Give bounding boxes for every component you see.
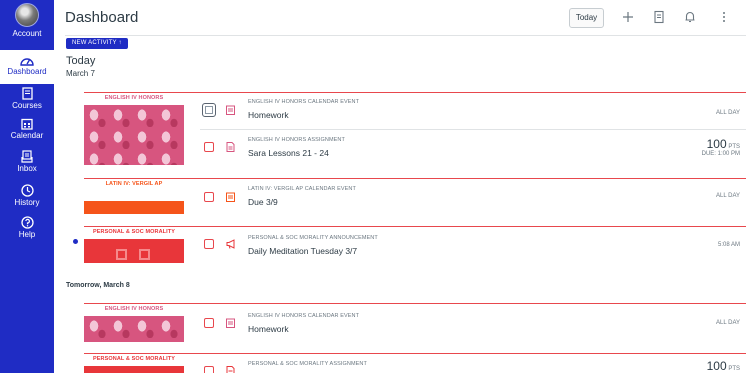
today-button[interactable]: Today (569, 8, 604, 28)
nav-calendar[interactable]: Calendar (0, 118, 54, 140)
item-title[interactable]: Sara Lessons 21 - 24 (248, 148, 329, 158)
nav-inbox-label: Inbox (17, 164, 37, 173)
item-title[interactable]: Due 3/9 (248, 197, 278, 207)
nav-account[interactable]: Account (0, 3, 54, 38)
add-icon[interactable] (620, 9, 636, 25)
item-time: ALL DAY (715, 193, 740, 199)
item-title[interactable]: Daily Meditation Tuesday 3/7 (248, 246, 357, 256)
nav-dashboard[interactable]: Dashboard (0, 50, 54, 84)
day-heading: Tomorrow, March 8 (66, 282, 130, 289)
nav-courses-label: Courses (12, 101, 42, 110)
course-group: LATIN IV: VERGIL AP LATIN IV: VERGIL AP … (84, 178, 746, 214)
item-type: ENGLISH IV HONORS CALENDAR EVENT (248, 313, 360, 319)
points-unit: PTS (728, 366, 740, 372)
item-points: 100 PTS DUE: 1:00 PM (702, 137, 740, 157)
global-navigation: Account Dashboard Courses Calendar Inbox (0, 0, 54, 373)
complete-checkbox[interactable] (204, 192, 214, 202)
course-name: ENGLISH IV HONORS (104, 95, 164, 101)
planner-item[interactable]: ENGLISH IV HONORS CALENDAR EVENT Homewor… (200, 304, 746, 342)
help-icon (20, 216, 34, 229)
course-image (84, 316, 184, 342)
assignment-icon (226, 366, 235, 373)
decorative-cross (116, 249, 127, 260)
unread-indicator (73, 239, 78, 244)
item-title[interactable]: Homework (248, 110, 289, 120)
course-name: PERSONAL & SOC MORALITY (93, 229, 175, 235)
item-type: ENGLISH IV HONORS ASSIGNMENT (248, 137, 345, 143)
course-name: PERSONAL & SOC MORALITY (93, 356, 175, 362)
item-type: PERSONAL & SOC MORALITY ASSIGNMENT (248, 361, 367, 367)
courses-icon (21, 87, 33, 100)
bell-icon[interactable] (682, 9, 698, 25)
complete-checkbox[interactable] (204, 239, 214, 249)
nav-history-label: History (14, 198, 40, 207)
due-time: DUE: 1:00 PM (701, 151, 740, 157)
nav-dashboard-label: Dashboard (7, 67, 47, 76)
item-time: ALL DAY (715, 110, 740, 116)
avatar (15, 3, 39, 27)
course-image (84, 366, 184, 373)
nav-inbox[interactable]: Inbox (0, 150, 54, 173)
inbox-icon (21, 150, 33, 163)
dashboard-icon (20, 58, 34, 66)
item-time: 5:08 AM (717, 242, 740, 248)
calendar-icon (21, 118, 33, 130)
clock-icon (20, 184, 34, 197)
course-image (84, 239, 184, 263)
complete-checkbox[interactable] (204, 318, 214, 328)
nav-calendar-label: Calendar (10, 131, 44, 140)
calendar-icon (226, 318, 235, 328)
grades-icon[interactable] (651, 9, 667, 25)
day-heading: Today (66, 55, 96, 67)
calendar-icon (226, 105, 235, 115)
planner-item[interactable]: PERSONAL & SOC MORALITY ASSIGNMENT 100 P… (200, 354, 746, 373)
item-type: ENGLISH IV HONORS CALENDAR EVENT (248, 99, 360, 105)
new-activity-button[interactable]: NEW ACTIVITY ↑ (66, 38, 128, 49)
nav-courses[interactable]: Courses (0, 87, 54, 110)
item-points: 100 PTS (707, 359, 740, 373)
course-group: ENGLISH IV HONORS ENGLISH IV HONORS CALE… (84, 303, 746, 342)
course-name: LATIN IV: VERGIL AP (105, 181, 163, 187)
complete-checkbox[interactable] (204, 142, 214, 152)
page-title: Dashboard (65, 9, 139, 26)
item-time: ALL DAY (715, 320, 740, 326)
item-type: LATIN IV: VERGIL AP CALENDAR EVENT (248, 186, 356, 192)
item-type: PERSONAL & SOC MORALITY ANNOUNCEMENT (248, 235, 378, 241)
nav-help[interactable]: Help (0, 216, 54, 239)
assignment-icon (226, 142, 235, 152)
planner-item[interactable]: ENGLISH IV HONORS ASSIGNMENT Sara Lesson… (200, 130, 746, 165)
course-name: ENGLISH IV HONORS (104, 306, 164, 312)
nav-history[interactable]: History (0, 184, 54, 207)
decorative-cross (139, 249, 150, 260)
header-divider (65, 35, 746, 36)
course-group: ENGLISH IV HONORS ENGLISH IV HONORS CALE… (84, 92, 746, 165)
planner-item[interactable]: LATIN IV: VERGIL AP CALENDAR EVENT Due 3… (200, 179, 746, 214)
course-image (84, 201, 184, 214)
planner-item[interactable]: ENGLISH IV HONORS CALENDAR EVENT Homewor… (200, 93, 746, 129)
planner-item[interactable]: PERSONAL & SOC MORALITY ANNOUNCEMENT Dai… (200, 227, 746, 263)
nav-account-label: Account (12, 29, 42, 38)
nav-help-label: Help (18, 230, 36, 239)
item-title[interactable]: Homework (248, 324, 289, 334)
day-date: March 7 (66, 69, 95, 78)
course-image (84, 105, 184, 165)
complete-checkbox[interactable] (204, 366, 214, 373)
course-group: PERSONAL & SOC MORALITY PERSONAL & SOC M… (84, 353, 746, 373)
announcement-icon (226, 239, 235, 249)
course-group: PERSONAL & SOC MORALITY PERSONAL & SOC M… (84, 226, 746, 263)
complete-checkbox[interactable] (202, 103, 216, 117)
more-options-icon[interactable] (716, 9, 732, 25)
points-unit: PTS (728, 144, 740, 150)
points-value: 100 (706, 137, 727, 151)
calendar-icon (226, 192, 235, 202)
points-value: 100 (706, 359, 727, 373)
